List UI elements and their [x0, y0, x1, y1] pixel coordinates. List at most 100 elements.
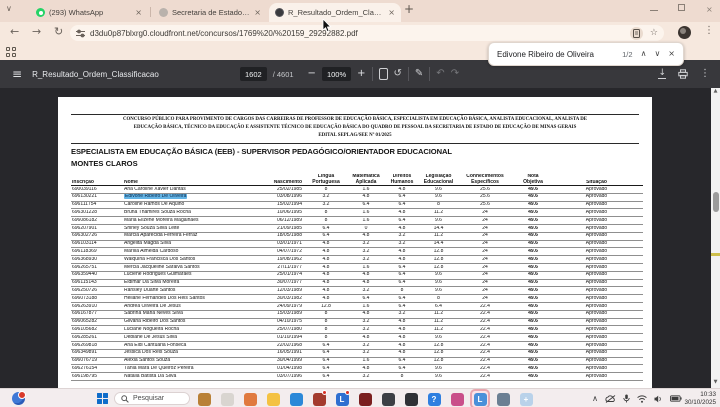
fit-page-icon[interactable] [379, 68, 388, 80]
table-cell: 24/09/1979 [256, 304, 303, 309]
table-cell: 8 [303, 335, 349, 340]
find-close-icon[interactable]: × [668, 50, 675, 58]
widgets-icon[interactable] [12, 392, 25, 405]
notif-app-icon[interactable] [311, 391, 327, 407]
rotate-icon[interactable]: ↺ [394, 69, 402, 79]
reload-icon[interactable]: ↻ [54, 26, 63, 37]
files-app-icon[interactable] [219, 391, 235, 407]
tab-pdf-active[interactable]: R_Resultado_Ordem_Classifica × [269, 3, 401, 22]
table-cell: 9.6 [421, 272, 456, 277]
table-cell: 49.6 [514, 218, 552, 223]
microphone-icon[interactable] [623, 394, 630, 403]
back-icon[interactable]: ← [10, 26, 19, 37]
redo-icon[interactable]: ↷ [451, 69, 459, 79]
annotate-icon[interactable]: ✎ [415, 69, 423, 79]
table-cell: Aprovado [552, 194, 641, 199]
scrollbar[interactable]: ▲ ▼ [711, 88, 720, 388]
table-cell: 9.6 [421, 374, 456, 379]
table-cell: 3.2 [349, 350, 383, 355]
print-icon[interactable] [678, 69, 688, 79]
table-cell: Caroline Ramos De Aquino [123, 202, 256, 207]
site-info-icon[interactable] [76, 29, 85, 38]
table-cell: 30/03/1982 [256, 296, 303, 301]
profile-avatar[interactable] [678, 26, 691, 39]
apps-grid-icon[interactable] [6, 47, 16, 57]
find-next-icon[interactable]: ∨ [654, 50, 660, 58]
castle-app-icon[interactable] [196, 391, 212, 407]
taskbar-clock[interactable]: 10:33 30/10/2025 [684, 391, 716, 406]
table-cell: Heliane Fernandes Dos Reis Santos [123, 296, 256, 301]
onedrive-paused-icon[interactable] [605, 395, 616, 403]
browser-menu-icon[interactable]: ⋮ [704, 26, 714, 36]
table-row: 696265751Mércia Jacqueline Saraiva Santo… [71, 264, 643, 272]
table-cell: 4.8 [303, 241, 349, 246]
pin-app-tile: + [520, 393, 533, 406]
edge-browser-icon[interactable] [288, 391, 304, 407]
table-cell: 1.6 [349, 358, 383, 363]
paint-app-icon[interactable] [449, 391, 465, 407]
table-row: 696301228Bruna Thamires Souza Rocha10/06… [71, 209, 643, 217]
table-cell: Debiane De Jesus Silva [123, 335, 256, 340]
maximize-button[interactable] [678, 4, 685, 13]
table-cell: 4.8 [349, 366, 383, 371]
l-app-icon[interactable]: L [334, 391, 350, 407]
table-cell: 4.8 [349, 335, 383, 340]
tab-secretaria[interactable]: Secretaria de Estado da Educa × [153, 3, 267, 22]
speaker-icon[interactable] [654, 395, 663, 403]
table-cell: 4.8 [303, 280, 349, 285]
reader-mode-icon[interactable] [630, 27, 643, 40]
scrollbar-thumb[interactable] [713, 192, 719, 212]
tab-whatsapp[interactable]: (293) WhatsApp × [30, 3, 148, 22]
table-cell: 49.6 [514, 241, 552, 246]
camera-app-icon[interactable] [403, 391, 419, 407]
minimize-button[interactable] [650, 4, 658, 13]
tray-chevron-icon[interactable]: ∧ [592, 395, 598, 403]
page-number-input[interactable]: 1602 [240, 67, 267, 81]
table-cell: 3.2 [349, 257, 383, 262]
table-cell: Eldimar Da Silva Moreira [123, 280, 256, 285]
table-cell: 3.2 [303, 194, 349, 199]
zoom-in-icon[interactable]: + [357, 69, 365, 79]
table-cell: 696276154 [71, 366, 123, 371]
pdf-menu-icon[interactable]: ≡ [12, 68, 22, 80]
table-cell: 6.4 [383, 218, 421, 223]
question-app-icon[interactable]: ? [426, 391, 442, 407]
storage-app-tile [382, 393, 395, 406]
pin-app-icon[interactable]: + [518, 391, 534, 407]
find-query-input[interactable]: Edivone Ribeiro de Oliveira [497, 50, 594, 59]
tab-close-icon[interactable]: × [254, 9, 261, 17]
download-icon[interactable]: ↓ [658, 69, 666, 80]
tab-close-icon[interactable]: × [135, 9, 142, 17]
wifi-icon[interactable] [637, 395, 647, 403]
tab-close-icon[interactable]: × [388, 9, 395, 17]
table-cell: 696302726 [71, 233, 123, 238]
close-window-button[interactable]: × [706, 6, 713, 14]
tab-search-chevron-icon[interactable]: ∨ [6, 5, 12, 13]
battery-icon[interactable] [670, 395, 682, 402]
zoom-out-icon[interactable]: − [308, 69, 316, 79]
undo-icon[interactable]: ↶ [436, 69, 444, 79]
table-cell: 4.8 [383, 343, 421, 348]
file-explorer-icon[interactable] [265, 391, 281, 407]
pdf-more-icon[interactable]: ⋮ [700, 69, 710, 79]
table-cell: 4.8 [303, 296, 349, 301]
forward-icon[interactable]: → [32, 26, 41, 37]
table-cell: 4.8 [303, 249, 349, 254]
scroll-up-icon[interactable]: ▲ [712, 89, 719, 94]
taskbar-search[interactable]: Pesquisar [114, 392, 190, 405]
column-header: Legislação Educacional [421, 174, 456, 185]
l-app-active-icon[interactable]: L [472, 391, 488, 407]
bookmark-star-icon[interactable]: ☆ [650, 29, 658, 38]
address-bar[interactable]: d3du0p87blxrg0.cloudfront.net/concursos/… [70, 25, 664, 41]
storage-app-icon[interactable] [380, 391, 396, 407]
new-tab-button[interactable]: + [404, 3, 414, 15]
table-row: 696349891Jéssica Dos Reis Souza16/05/199… [71, 350, 643, 358]
scroll-down-icon[interactable]: ▼ [712, 380, 719, 385]
find-previous-icon[interactable]: ∧ [641, 50, 647, 58]
profile-app-icon[interactable] [242, 391, 258, 407]
gray-blue-app-icon[interactable] [495, 391, 511, 407]
zoom-level[interactable]: 100% [322, 67, 351, 81]
security-shield-app-icon[interactable] [357, 391, 373, 407]
start-button[interactable] [97, 393, 108, 404]
table-cell: 1.6 [349, 187, 383, 192]
